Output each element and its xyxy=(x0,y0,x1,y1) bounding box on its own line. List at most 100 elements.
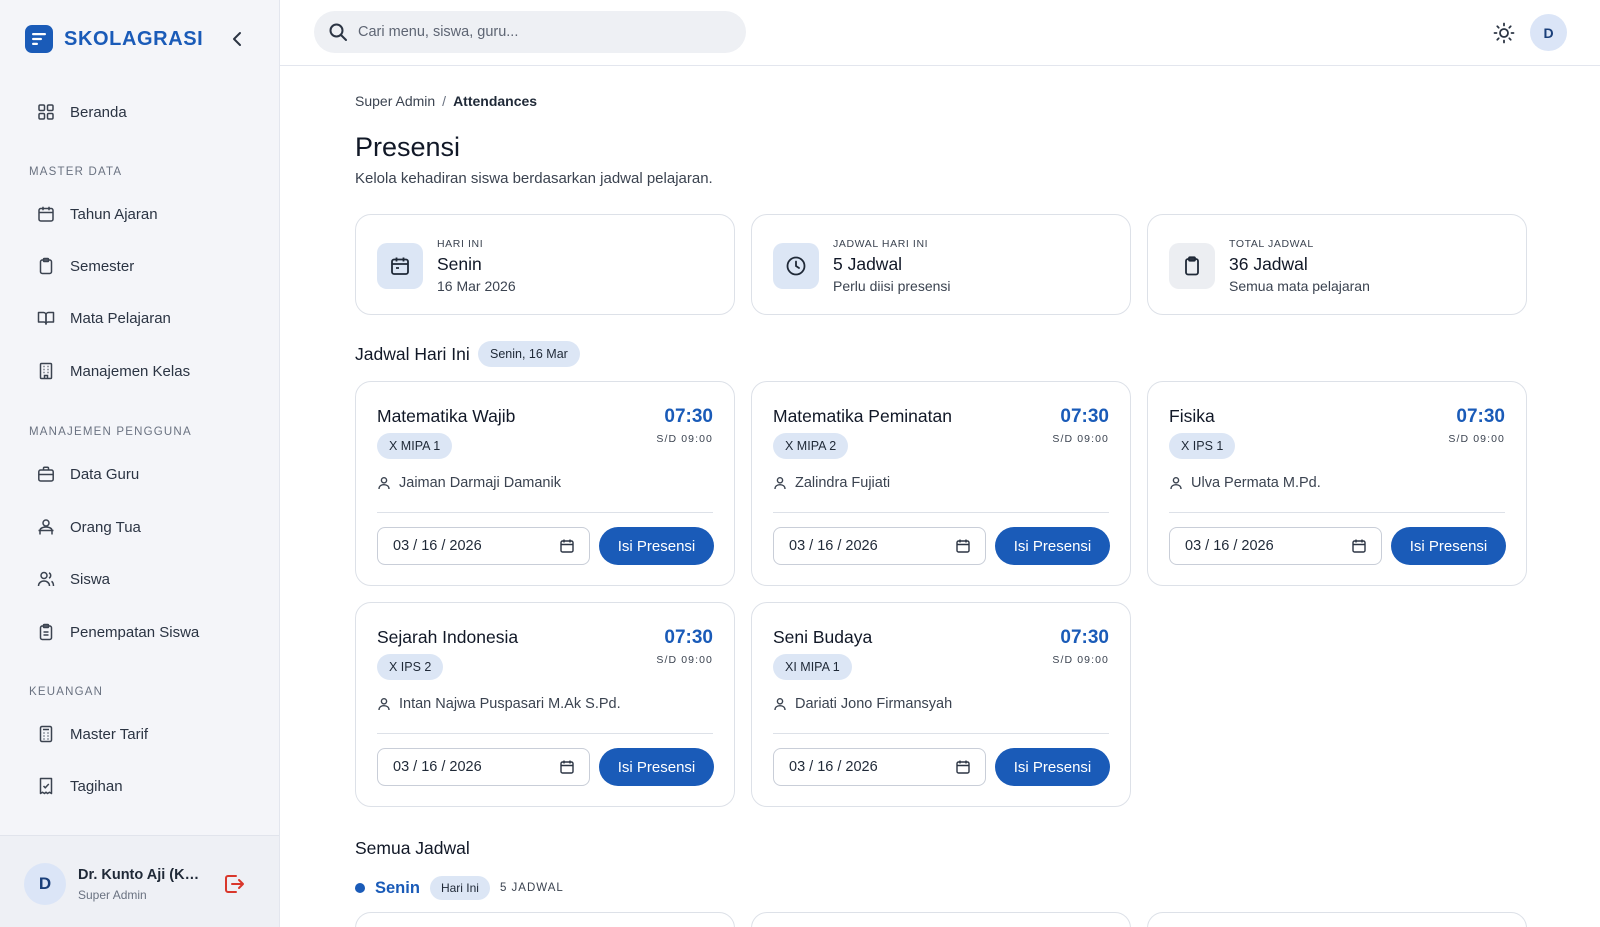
page-subtitle: Kelola kehadiran siswa berdasarkan jadwa… xyxy=(355,170,713,187)
divider xyxy=(773,733,1109,734)
sidebar-item-tagihan[interactable]: Tagihan xyxy=(36,774,123,798)
clock-icon xyxy=(773,243,819,289)
sidebar-item-label: Master Tarif xyxy=(70,725,149,743)
stat-sub: Perlu diisi presensi xyxy=(833,278,951,294)
divider xyxy=(377,733,713,734)
section-title-today: Jadwal Hari Ini xyxy=(355,344,470,364)
sidebar-item-tahun-ajaran[interactable]: Tahun Ajaran xyxy=(36,202,158,226)
class-badge: X IPS 1 xyxy=(1169,433,1236,459)
date-value: 03 / 16 / 2026 xyxy=(789,759,878,775)
date-input[interactable]: 03 / 16 / 2026 xyxy=(377,527,590,565)
brand-name: SKOLAGRASI xyxy=(64,27,204,50)
teacher: Zalindra Fujiati xyxy=(773,475,890,491)
day-group-header[interactable]: Senin Hari Ini 5 JADWAL xyxy=(355,876,564,900)
date-input[interactable]: 03 / 16 / 2026 xyxy=(773,748,986,786)
section-title-all: Semua Jadwal xyxy=(355,838,470,858)
schedule-card-partial xyxy=(751,912,1131,927)
schedule-card: Matematika Peminatan X MIPA 2 07:30 S/D … xyxy=(751,381,1131,586)
sidebar-item-label: Siswa xyxy=(70,570,111,588)
section-master-data: MASTER DATA xyxy=(29,166,123,178)
schedule-card-partial xyxy=(1147,912,1527,927)
date-input[interactable]: 03 / 16 / 2026 xyxy=(1169,527,1382,565)
subject-name: Sejarah Indonesia xyxy=(377,627,519,647)
date-value: 03 / 16 / 2026 xyxy=(393,538,482,554)
end-time: S/D 09:00 xyxy=(1052,433,1109,445)
breadcrumb: Super Admin / Attendances xyxy=(355,93,537,109)
date-input[interactable]: 03 / 16 / 2026 xyxy=(773,527,986,565)
sidebar-item-label: Data Guru xyxy=(70,465,140,483)
divider xyxy=(377,512,713,513)
isi-presensi-button[interactable]: Isi Presensi xyxy=(995,527,1110,565)
sidebar-item-mata-pelajaran[interactable]: Mata Pelajaran xyxy=(36,306,171,330)
sidebar-item-siswa[interactable]: Siswa xyxy=(36,567,110,591)
breadcrumb-root[interactable]: Super Admin xyxy=(355,93,435,109)
section-keuangan: KEUANGAN xyxy=(29,686,104,698)
page-title: Presensi xyxy=(355,132,461,162)
user-icon xyxy=(1170,477,1182,490)
calendar-icon xyxy=(560,760,574,774)
stat-label: TOTAL JADWAL xyxy=(1229,238,1314,250)
profile-avatar[interactable]: D xyxy=(1530,14,1567,51)
start-time: 07:30 xyxy=(664,627,713,648)
subject-name: Fisika xyxy=(1169,406,1215,426)
teacher-name: Ulva Permata M.Pd. xyxy=(1191,475,1321,491)
sidebar-item-master-tarif[interactable]: Master Tarif xyxy=(36,722,148,746)
class-badge: X MIPA 2 xyxy=(773,433,849,459)
search-box[interactable] xyxy=(314,11,746,53)
sidebar-item-manajemen-kelas[interactable]: Manajemen Kelas xyxy=(36,359,190,383)
teacher: Jaiman Darmaji Damanik xyxy=(377,475,561,491)
brand-logo-icon xyxy=(25,25,53,53)
teacher-name: Intan Najwa Puspasari M.Ak S.Pd. xyxy=(399,696,621,712)
sidebar-item-semester[interactable]: Semester xyxy=(36,254,134,278)
isi-presensi-button[interactable]: Isi Presensi xyxy=(1391,527,1506,565)
chevron-left-icon xyxy=(233,32,241,46)
building-icon xyxy=(36,361,56,381)
sidebar-item-label: Tagihan xyxy=(70,777,123,795)
sidebar-item-beranda[interactable]: Beranda xyxy=(36,100,127,124)
calendar-icon xyxy=(36,204,56,224)
class-badge: X IPS 2 xyxy=(377,654,444,680)
stat-sub: Semua mata pelajaran xyxy=(1229,278,1370,294)
start-time: 07:30 xyxy=(1060,627,1109,648)
collapse-sidebar-button[interactable] xyxy=(226,28,248,50)
receipt-icon xyxy=(36,776,56,796)
user-role: Super Admin xyxy=(78,888,147,902)
teacher-name: Zalindra Fujiati xyxy=(795,475,891,491)
search-input[interactable] xyxy=(358,24,738,40)
subject-name: Matematika Peminatan xyxy=(773,406,952,426)
stat-value: 36 Jadwal xyxy=(1229,254,1308,274)
isi-presensi-button[interactable]: Isi Presensi xyxy=(599,527,714,565)
sidebar-item-label: Mata Pelajaran xyxy=(70,309,171,327)
isi-presensi-button[interactable]: Isi Presensi xyxy=(599,748,714,786)
logout-icon[interactable] xyxy=(222,872,246,896)
subject-name: Matematika Wajib xyxy=(377,406,516,426)
day-indicator-dot xyxy=(355,883,365,893)
sidebar-item-label: Beranda xyxy=(70,103,127,121)
theme-toggle-sun-icon[interactable] xyxy=(1492,21,1516,45)
isi-presensi-button[interactable]: Isi Presensi xyxy=(995,748,1110,786)
brand[interactable]: SKOLAGRASI xyxy=(25,25,203,53)
date-value: 03 / 16 / 2026 xyxy=(789,538,878,554)
teacher-name: Dariati Jono Firmansyah xyxy=(795,696,953,712)
teacher: Dariati Jono Firmansyah xyxy=(773,696,952,712)
divider xyxy=(773,512,1109,513)
briefcase-icon xyxy=(36,464,56,484)
clipboard-icon xyxy=(1169,243,1215,289)
calendar-icon xyxy=(1352,539,1366,553)
section-manajemen-pengguna: MANAJEMEN PENGGUNA xyxy=(29,426,192,438)
breadcrumb-separator: / xyxy=(442,93,447,109)
end-time: S/D 09:00 xyxy=(656,654,713,666)
users-icon xyxy=(36,569,56,589)
sidebar-item-penempatan-siswa[interactable]: Penempatan Siswa xyxy=(36,620,199,644)
user-avatar[interactable]: D xyxy=(24,863,66,905)
schedule-card: Seni Budaya XI MIPA 1 07:30 S/D 09:00 Da… xyxy=(751,602,1131,807)
grid-icon xyxy=(36,102,56,122)
calendar-icon xyxy=(956,760,970,774)
stat-label: HARI INI xyxy=(437,238,484,250)
stat-value: 5 Jadwal xyxy=(833,254,903,274)
sidebar-item-data-guru[interactable]: Data Guru xyxy=(36,462,139,486)
user-icon xyxy=(774,698,786,711)
date-input[interactable]: 03 / 16 / 2026 xyxy=(377,748,590,786)
sidebar-item-orang-tua[interactable]: Orang Tua xyxy=(36,515,141,539)
sidebar-item-label: Semester xyxy=(70,257,135,275)
